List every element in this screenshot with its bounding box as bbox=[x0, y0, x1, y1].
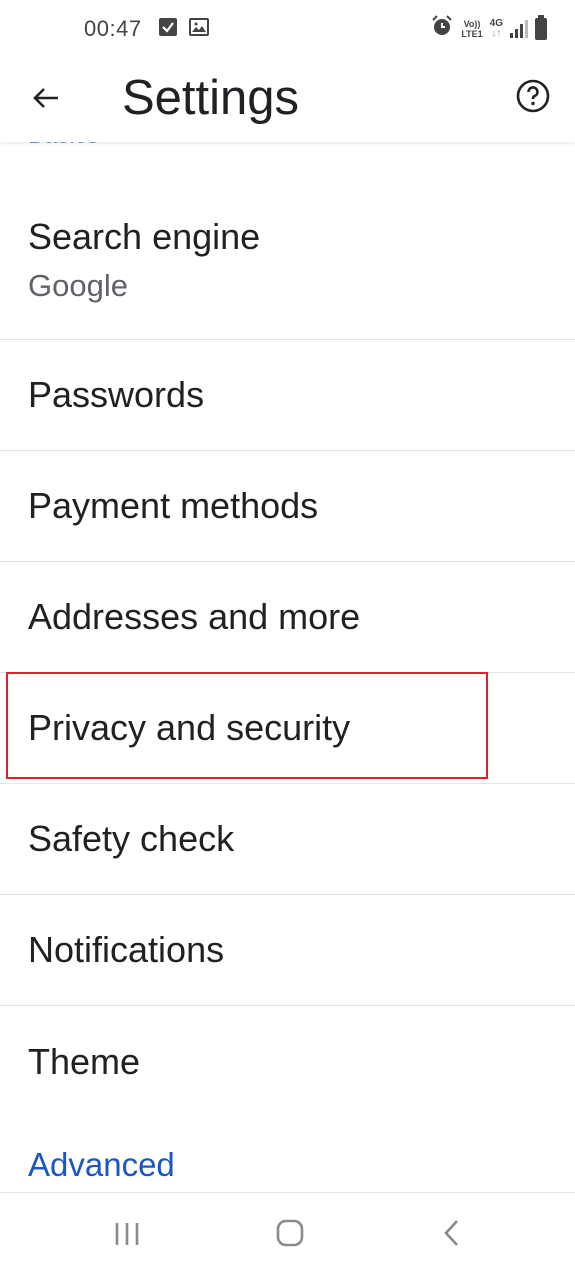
volte-icon: Vo)) LTE1 bbox=[461, 18, 483, 39]
setting-title: Safety check bbox=[28, 818, 235, 859]
setting-search-engine[interactable]: Search engine Google bbox=[0, 142, 575, 340]
status-icons: Vo)) LTE1 4G ↓↑ bbox=[430, 14, 547, 43]
setting-addresses[interactable]: Addresses and more bbox=[0, 562, 575, 673]
setting-title: Payment methods bbox=[28, 485, 319, 526]
check-icon bbox=[159, 18, 177, 36]
setting-title: Search engine bbox=[28, 216, 261, 257]
4g-data-icon: 4G ↓↑ bbox=[489, 17, 503, 39]
home-button[interactable] bbox=[260, 1215, 320, 1251]
signal-icon bbox=[510, 19, 528, 38]
back-button[interactable] bbox=[28, 80, 64, 116]
setting-title: Theme bbox=[28, 1040, 141, 1082]
setting-title: Notifications bbox=[28, 929, 225, 970]
battery-icon bbox=[535, 14, 547, 40]
setting-summary: Google bbox=[28, 268, 128, 303]
back-icon bbox=[444, 1220, 458, 1246]
app-toolbar: Settings bbox=[0, 58, 575, 142]
status-bar: 00:47 Vo)) LTE1 4G ↓↑ bbox=[0, 0, 575, 58]
arrow-left-icon bbox=[33, 88, 58, 108]
alarm-icon bbox=[430, 14, 454, 43]
setting-payment-methods[interactable]: Payment methods bbox=[0, 451, 575, 562]
recents-button[interactable] bbox=[98, 1215, 158, 1251]
page-title: Settings bbox=[122, 71, 300, 125]
setting-title: Addresses and more bbox=[28, 596, 361, 637]
setting-title: Privacy and security bbox=[28, 707, 351, 748]
setting-privacy-security[interactable]: Privacy and security bbox=[0, 673, 575, 784]
recents-icon bbox=[115, 1223, 139, 1245]
section-header-advanced: Advanced bbox=[28, 1146, 175, 1183]
setting-theme[interactable]: Theme bbox=[0, 1006, 575, 1117]
home-icon bbox=[276, 1219, 304, 1247]
setting-notifications[interactable]: Notifications bbox=[0, 895, 575, 1006]
system-nav-bar bbox=[0, 1192, 575, 1273]
system-back-button[interactable] bbox=[422, 1215, 482, 1251]
status-time: 00:47 bbox=[84, 16, 142, 41]
setting-safety-check[interactable]: Safety check bbox=[0, 784, 575, 895]
help-circle-icon bbox=[516, 79, 550, 113]
help-button[interactable] bbox=[515, 78, 551, 114]
gallery-icon bbox=[189, 18, 209, 36]
settings-list: Search engine Google Passwords Payment m… bbox=[0, 142, 575, 1117]
setting-passwords[interactable]: Passwords bbox=[0, 340, 575, 451]
setting-title: Passwords bbox=[28, 374, 205, 415]
